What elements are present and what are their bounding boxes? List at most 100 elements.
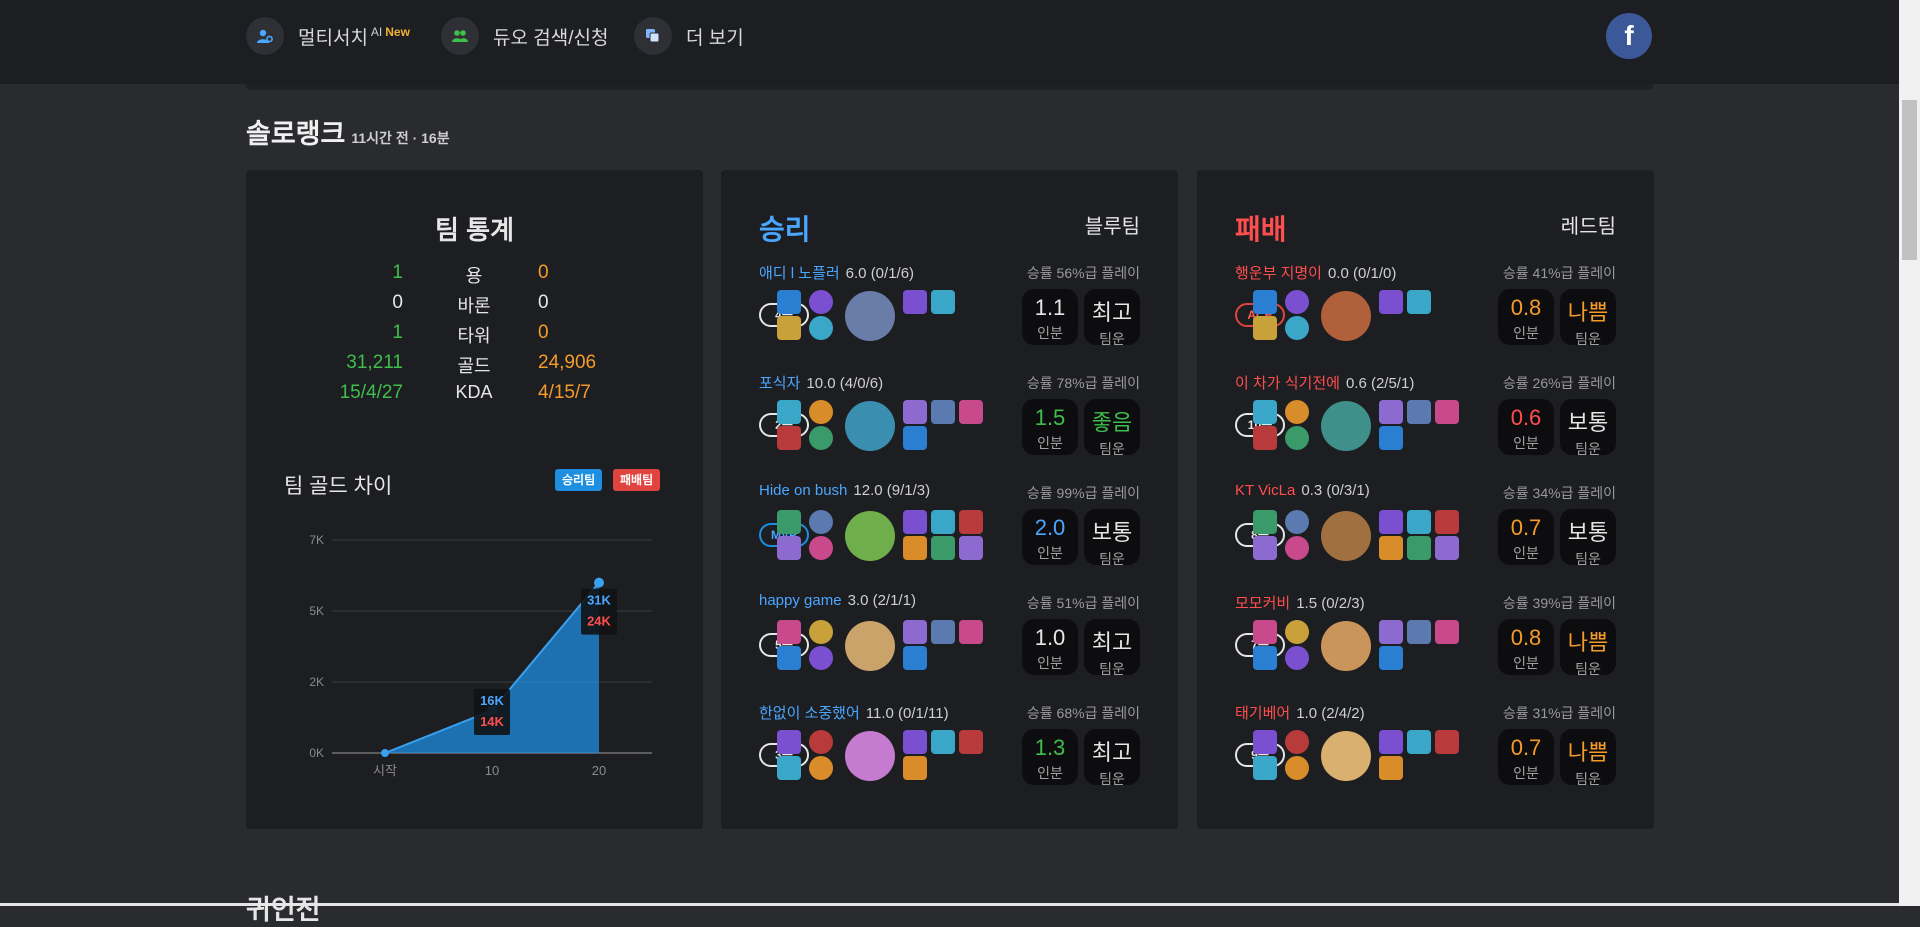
item-icon[interactable] [903,510,927,534]
player-name-link[interactable]: 행운부 지명이 0.0 (0/1/0) [1235,262,1396,283]
player-winrate: 승률 26%급 플레이 [1502,375,1616,391]
item-icon[interactable] [1407,400,1431,424]
item-icon[interactable] [903,620,927,644]
player-name-link[interactable]: KT VicLa 0.3 (0/3/1) [1235,482,1370,499]
player-row[interactable]: 한없이 소중했어 11.0 (0/1/11) 승률 68%급 플레이 3등 1.3… [721,702,1178,802]
item-icon[interactable] [903,646,927,670]
champion-portrait-icon[interactable] [845,511,895,561]
champion-portrait-icon[interactable] [1321,621,1371,671]
player-name-link[interactable]: 애디 l 노플러 6.0 (0/1/6) [759,262,914,283]
player-name-link[interactable]: 포식자 10.0 (4/0/6) [759,372,883,393]
item-icon[interactable] [1435,730,1459,754]
item-icon[interactable] [1379,400,1403,424]
item-icon[interactable] [903,290,927,314]
item-icon[interactable] [1379,510,1403,534]
stat-row-baron: 0 바론 0 [246,292,703,320]
item-icon[interactable] [931,400,955,424]
team-luck-box: 최고 팀운 [1084,729,1140,787]
item-icon[interactable] [931,290,955,314]
item-icon[interactable] [1379,730,1403,754]
player-row[interactable]: 행운부 지명이 0.0 (0/1/0) 승률 41%급 플레이 ACE 0.8 인… [1197,262,1654,362]
item-icon[interactable] [1407,290,1431,314]
champion-portrait-icon[interactable] [1321,511,1371,561]
item-icon[interactable] [903,756,927,780]
item-icon[interactable] [1379,536,1403,560]
performance-box: 1.5 인분 [1022,399,1078,455]
player-row[interactable]: 모모커비 1.5 (0/2/3) 승률 39%급 플레이 7등 0.8 인분 나쁨… [1197,592,1654,692]
player-name-link[interactable]: Hide on bush 12.0 (9/1/3) [759,482,930,499]
item-icon[interactable] [903,400,927,424]
legend-win[interactable]: 승리팀 [555,469,603,491]
facebook-icon[interactable]: f [1606,13,1652,59]
stat-row-gold: 31,211 골드 24,906 [246,352,703,380]
item-icon[interactable] [959,400,983,424]
stat-lose-value: 0 [538,292,549,313]
item-icon[interactable] [1379,426,1403,450]
performance-label: 인분 [1037,325,1063,341]
player-name-link[interactable]: 한없이 소중했어 11.0 (0/1/11) [759,702,949,723]
player-row[interactable]: Hide on bush 12.0 (9/1/3) 승률 99%급 플레이 MVP… [721,482,1178,582]
item-icon[interactable] [1435,536,1459,560]
item-icon[interactable] [903,426,927,450]
item-icon[interactable] [903,536,927,560]
item-icon[interactable] [1407,620,1431,644]
summoner-spell-icon [777,290,801,314]
item-icon[interactable] [1379,756,1403,780]
player-name-link[interactable]: happy game 3.0 (2/1/1) [759,592,916,609]
item-icon[interactable] [1435,620,1459,644]
stat-lose-value: 24,906 [538,352,597,373]
player-row[interactable]: happy game 3.0 (2/1/1) 승률 51%급 플레이 5등 1.0… [721,592,1178,692]
player-row[interactable]: 포식자 10.0 (4/0/6) 승률 78%급 플레이 2등 1.5 인분 좋음… [721,372,1178,472]
gold-diff-point[interactable] [594,577,604,588]
gold-diff-point[interactable] [381,749,389,757]
item-icon[interactable] [931,730,955,754]
rune-icon [809,646,833,670]
player-row[interactable]: 이 차가 식기전에 0.6 (2/5/1) 승률 26%급 플레이 10등 0.6… [1197,372,1654,472]
champion-portrait-icon[interactable] [845,401,895,451]
player-row[interactable]: KT VicLa 0.3 (0/3/1) 승률 34%급 플레이 8등 0.7 인… [1197,482,1654,582]
champion-portrait-icon[interactable] [845,621,895,671]
rune-icon [1285,646,1309,670]
player-score: 0.0 (0/1/0) [1327,265,1397,282]
item-icon[interactable] [1407,510,1431,534]
item-icon[interactable] [1435,400,1459,424]
item-icon[interactable] [1435,510,1459,534]
player-name: KT VicLa [1235,482,1296,499]
team-luck-label: 팀운 [1575,441,1601,457]
player-name-link[interactable]: 이 차가 식기전에 0.6 (2/5/1) [1235,372,1414,393]
multi-search-nav[interactable]: 멀티서치 AI New [246,17,410,55]
player-row[interactable]: 애디 l 노플러 6.0 (0/1/6) 승률 56%급 플레이 4등 1.1 인… [721,262,1178,362]
player-name-link[interactable]: 모모커비 1.5 (0/2/3) [1235,592,1365,613]
champion-portrait-icon[interactable] [1321,291,1371,341]
queue-type: 솔로랭크 [246,119,346,149]
champion-portrait-icon[interactable] [845,731,895,781]
item-icon[interactable] [1379,290,1403,314]
item-icon[interactable] [959,536,983,560]
item-icon[interactable] [1379,646,1403,670]
more-nav[interactable]: 더 보기 [634,17,744,55]
item-icon[interactable] [931,510,955,534]
champion-portrait-icon[interactable] [1321,731,1371,781]
item-icon[interactable] [959,510,983,534]
legend-lose[interactable]: 패배팀 [613,469,661,491]
item-icon[interactable] [931,536,955,560]
item-icon[interactable] [903,730,927,754]
item-icon[interactable] [1407,536,1431,560]
item-icon[interactable] [1379,620,1403,644]
item-icon[interactable] [959,620,983,644]
player-winrate: 승률 34%급 플레이 [1502,485,1616,501]
player-name-link[interactable]: 태기베어 1.0 (2/4/2) [1235,702,1365,723]
item-icon[interactable] [959,730,983,754]
item-icon[interactable] [931,620,955,644]
duo-search-label: 듀오 검색/신청 [493,27,609,49]
item-icon[interactable] [1407,730,1431,754]
multi-search-icon [246,17,284,55]
duo-search-nav[interactable]: 듀오 검색/신청 [441,17,608,55]
champion-portrait-icon[interactable] [845,291,895,341]
player-row[interactable]: 태기베어 1.0 (2/4/2) 승률 31%급 플레이 9등 0.7 인분 나쁨… [1197,702,1654,802]
summoner-spell-icon [777,730,801,754]
stat-win-value: 1 [392,262,403,283]
champion-portrait-icon[interactable] [1321,401,1371,451]
summoner-spell-icon [777,620,801,644]
scrollbar-thumb[interactable] [1902,100,1917,260]
